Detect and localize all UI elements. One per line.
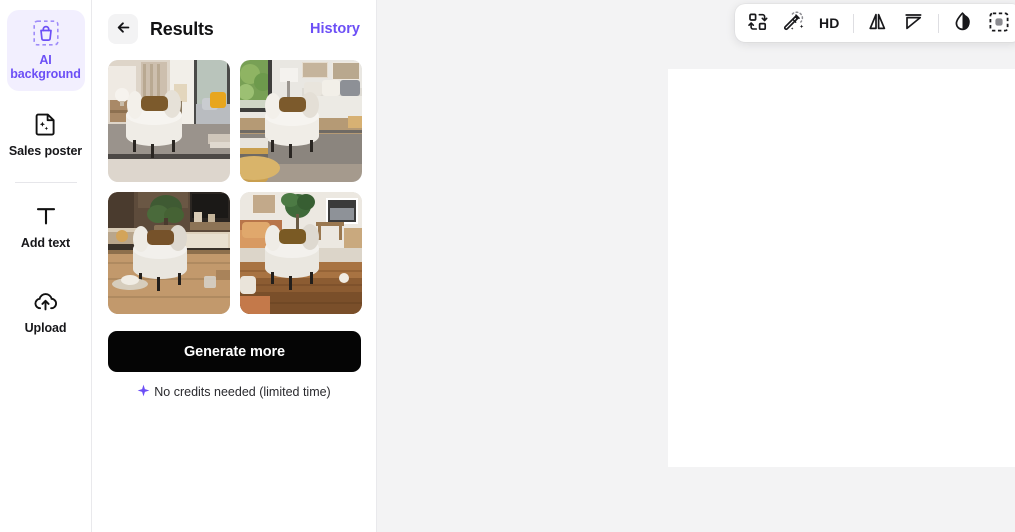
poster-sparkle-icon [33,109,59,139]
magic-wand-icon [783,11,805,35]
page-title: Results [150,18,214,39]
flip-vertical-button[interactable] [902,11,926,35]
app-root: AI background Sales poster Add text Uplo… [0,0,1015,532]
artboard[interactable] [668,69,1015,467]
generate-more-button[interactable]: Generate more [108,331,361,372]
back-arrow-icon [115,19,132,39]
sidebar-item-label: Upload [24,321,67,335]
text-t-icon [33,201,59,231]
remove-background-icon [988,11,1010,36]
remove-background-button[interactable] [987,11,1011,35]
canvas-area[interactable]: HD [377,0,1015,532]
results-grid [108,60,362,314]
credits-note: No credits needed (limited time) [108,384,360,400]
sidebar-item-upload[interactable]: Upload [7,278,85,345]
ai-bag-icon [32,18,60,48]
flip-horizontal-button[interactable] [866,11,890,35]
contrast-droplet-button[interactable] [951,11,975,35]
flip-horizontal-icon [867,11,888,35]
sidebar-item-ai-background[interactable]: AI background [6,10,85,91]
image-toolbar: HD [735,4,1015,42]
sidebar-item-add-text[interactable]: Add text [7,193,85,260]
back-button[interactable] [108,14,138,44]
toolbar-divider [937,13,939,33]
sidebar-divider [14,182,77,183]
sidebar-item-label: Sales poster [8,144,83,158]
history-link[interactable]: History [310,21,360,37]
results-panel-header: Results History [108,0,360,58]
sparkle-icon [137,384,150,400]
cloud-upload-icon [32,286,59,316]
hd-button[interactable]: HD [818,15,841,31]
results-panel: Results History Generate more No credits… [92,0,377,532]
replace-object-icon [748,12,768,35]
sidebar-item-label: Add text [20,236,71,250]
flip-vertical-icon [903,11,924,35]
result-thumbnail-2[interactable] [240,60,362,182]
result-thumbnail-3[interactable] [108,192,230,314]
toolbar-divider [852,13,854,33]
credits-text: No credits needed (limited time) [154,385,331,399]
sidebar-item-sales-poster[interactable]: Sales poster [7,101,85,168]
contrast-droplet-icon [952,11,973,35]
replace-object-button[interactable] [746,11,770,35]
sidebar-item-label: AI background [10,53,81,81]
result-thumbnail-1[interactable] [108,60,230,182]
left-sidebar: AI background Sales poster Add text Uplo… [0,0,92,532]
magic-wand-button[interactable] [782,11,806,35]
result-thumbnail-4[interactable] [240,192,362,314]
